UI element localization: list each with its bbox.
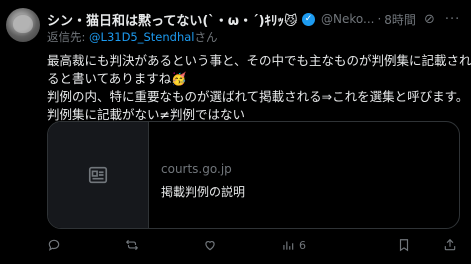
tweet[interactable]: シン・猫日和は黙ってない(`・ω・´)ｷﾘｯ😼 ✓ @Neko... · 8時間… bbox=[0, 0, 471, 264]
reply-prefix: 返信先: bbox=[47, 30, 90, 44]
retweet-icon bbox=[125, 239, 139, 251]
reply-context: 返信先: @L31D5_Stendhalさん bbox=[47, 29, 218, 45]
share-button[interactable] bbox=[443, 238, 457, 252]
action-bar: 6 bbox=[47, 234, 458, 256]
views-button[interactable] bbox=[281, 238, 295, 252]
retweet-button[interactable] bbox=[125, 238, 139, 252]
bookmark-button[interactable] bbox=[397, 238, 411, 252]
reply-icon bbox=[48, 239, 60, 251]
tweet-text-line: 最高裁にも判決があるという事と、その中でも主なものが判例集に記載され bbox=[47, 53, 471, 68]
display-name[interactable]: シン・猫日和は黙ってない(`・ω・´)ｷﾘｯ😼 bbox=[47, 10, 297, 29]
avatar[interactable] bbox=[6, 8, 40, 42]
tweet-text-line: 判例の内、特に重要なものが選ばれて掲載される⇒これを選集と呼びます。 bbox=[47, 89, 469, 104]
user-handle[interactable]: @Neko... bbox=[321, 12, 374, 26]
like-button[interactable] bbox=[203, 238, 217, 252]
reply-button[interactable] bbox=[47, 238, 61, 252]
more-options-icon[interactable]: ··· bbox=[445, 12, 460, 27]
link-card-domain: courts.go.jp bbox=[161, 162, 232, 176]
link-card[interactable]: courts.go.jp 掲載判例の説明 bbox=[47, 121, 460, 229]
tweet-text-line: ると書いてありますね🥳 bbox=[47, 71, 187, 86]
heart-icon bbox=[205, 241, 215, 251]
link-card-title: 掲載判例の説明 bbox=[161, 185, 246, 199]
link-card-thumbnail bbox=[48, 122, 149, 228]
tweet-header: シン・猫日和は黙ってない(`・ω・´)ｷﾘｯ😼 ✓ @Neko... · 8時間… bbox=[47, 8, 463, 30]
share-icon bbox=[444, 238, 456, 251]
views-chart-icon bbox=[283, 241, 294, 250]
timestamp[interactable]: 8時間 bbox=[384, 11, 416, 28]
grok-icon[interactable]: ⊘ bbox=[424, 12, 435, 27]
separator: · bbox=[377, 12, 382, 26]
tweet-text: 最高裁にも判決があるという事と、その中でも主なものが判例集に記載され ると書いて… bbox=[47, 52, 471, 124]
reply-mention-link[interactable]: @L31D5_Stendhal bbox=[89, 30, 194, 44]
views-count: 6 bbox=[299, 238, 306, 252]
article-icon bbox=[88, 166, 108, 184]
reply-suffix: さん bbox=[194, 30, 218, 44]
bookmark-icon bbox=[399, 239, 409, 252]
verified-badge-icon: ✓ bbox=[302, 12, 315, 26]
link-card-text: courts.go.jp 掲載判例の説明 bbox=[149, 122, 245, 228]
